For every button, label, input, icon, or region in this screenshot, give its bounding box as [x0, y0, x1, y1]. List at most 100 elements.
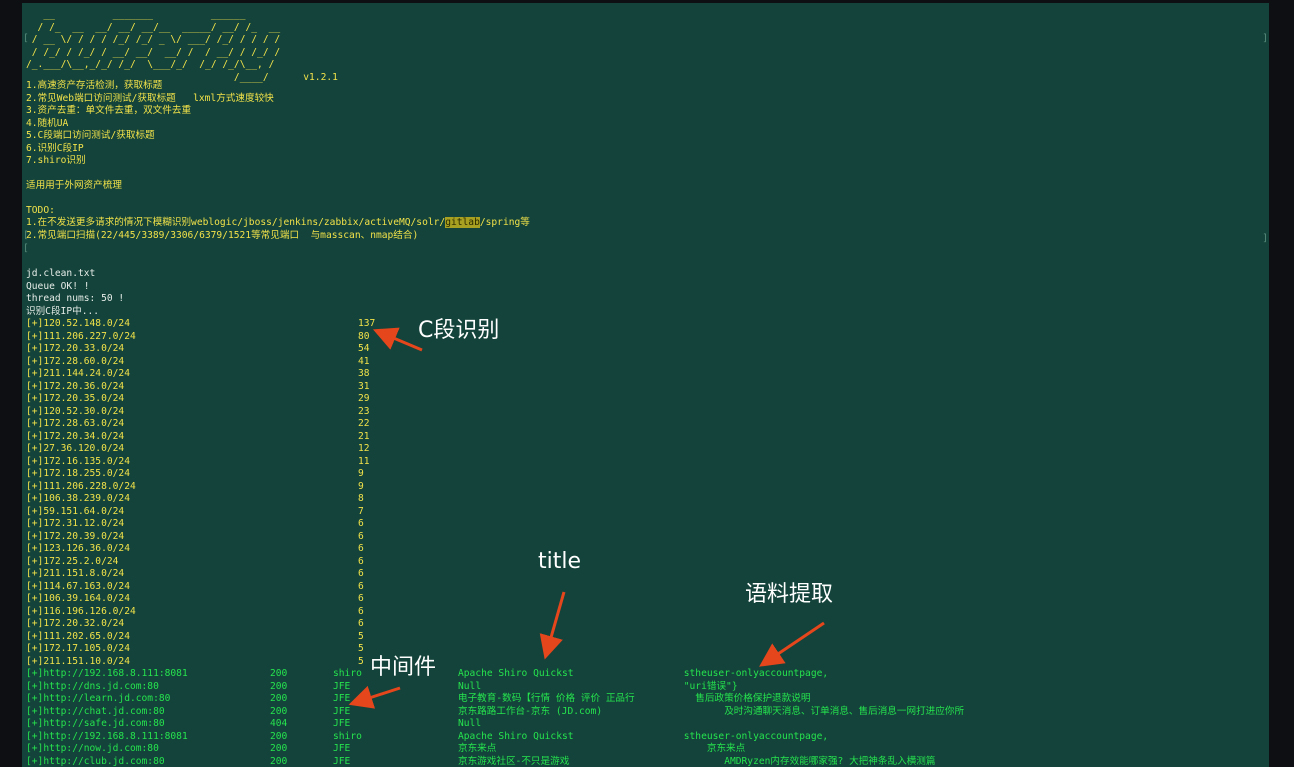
highlighted-word: gitlab: [445, 217, 480, 228]
c-segment-count: 6: [358, 530, 364, 542]
c-segment-row: [+]211.151.8.0/24 6: [26, 568, 1226, 581]
c-segment-row: [+]172.20.36.0/24 31: [26, 381, 1226, 394]
c-segment-row: [+]172.28.60.0/24 41: [26, 356, 1226, 369]
menu-item: 6.识别C段IP: [26, 142, 84, 154]
c-segment-cidr: [+]123.126.36.0/24: [26, 543, 130, 554]
todo-item: 2.常见端口扫描(22/445/3389/3306/6379/1521等常见端口…: [26, 230, 419, 241]
c-segment-cidr: [+]59.151.64.0/24: [26, 505, 125, 517]
http-result-row: [+]http://safe.jd.com:80 404 JFE Null: [26, 718, 1226, 731]
result-status-code: 200: [270, 755, 288, 767]
c-segment-cidr: [+]211.151.10.0/24: [26, 655, 130, 667]
c-segment-cidr: [+]120.52.30.0/24: [26, 405, 125, 417]
result-url: [+]http://learn.jd.com:80: [26, 693, 171, 704]
c-segment-row: [+]172.20.39.0/24 6: [26, 531, 1226, 544]
c-segment-cidr: [+]116.196.126.0/24: [26, 605, 136, 617]
c-segment-count: 11: [358, 455, 370, 467]
scroll-marker: ]: [1262, 33, 1268, 44]
menu-item: 4.随机UA: [26, 117, 69, 129]
result-middleware: JFE: [333, 680, 351, 692]
result-url: [+]http://now.jd.com:80: [26, 743, 159, 754]
c-segment-count: 6: [358, 580, 364, 592]
http-result-row: [+]http://chat.jd.com:80 200 JFE 京东路路工作台-京东…: [26, 706, 1226, 719]
c-segment-cidr: [+]172.28.60.0/24: [26, 355, 125, 367]
http-result-row: [+]http://192.168.8.111:8081 200 shiro Apac…: [26, 668, 1226, 681]
c-segment-count: 80: [358, 330, 370, 342]
c-segment-row: [+]172.31.12.0/24 6: [26, 518, 1226, 531]
result-middleware: JFE: [333, 718, 351, 729]
c-segment-count: 12: [358, 443, 370, 454]
c-segment-cidr: [+]111.206.228.0/24: [26, 480, 136, 492]
c-segment-cidr: [+]27.36.120.0/24: [26, 443, 125, 454]
c-segment-count: 5: [358, 643, 364, 654]
c-segment-row: [+]27.36.120.0/24 12: [26, 443, 1226, 456]
result-title: Apache Shiro Quickst: [458, 668, 574, 679]
todo-text: /spring等: [479, 217, 530, 228]
terminal-window[interactable]: __ _______ ______ / /_ __ __/ __/ __/__ …: [22, 3, 1269, 767]
c-segment-count: 41: [358, 355, 370, 367]
banner-line: __ _______ ______: [26, 9, 246, 20]
c-segment-row: [+]111.202.65.0/24 5: [26, 631, 1226, 644]
c-segment-cidr: [+]211.144.24.0/24: [26, 368, 130, 379]
c-segment-cidr: [+]211.151.8.0/24: [26, 568, 125, 579]
c-segment-row: [+]172.17.105.0/24 5: [26, 643, 1226, 656]
c-segment-row: [+]111.206.227.0/24 80: [26, 331, 1226, 344]
annotation-c-segment: C段识别: [418, 318, 500, 343]
c-segment-count: 31: [358, 380, 370, 392]
c-segment-cidr: [+]172.16.135.0/24: [26, 455, 130, 467]
result-title: 京东来点: [458, 743, 497, 754]
c-segment-row: [+]120.52.30.0/24 23: [26, 406, 1226, 419]
result-url: [+]http://dns.jd.com:80: [26, 680, 159, 692]
c-segment-row: [+]172.18.255.0/24 9: [26, 468, 1226, 481]
result-corpus: stheuser-onlyaccountpage,: [626, 668, 829, 679]
result-corpus: "uri错误"}: [626, 680, 738, 692]
c-segment-count: 8: [358, 493, 364, 504]
c-segment-count: 9: [358, 480, 364, 492]
result-title: 京东路路工作台-京东 (JD.com): [458, 705, 603, 717]
todo-label: TODO:: [26, 205, 55, 216]
scroll-marker: [: [23, 243, 29, 254]
c-segment-cidr: [+]172.17.105.0/24: [26, 643, 130, 654]
c-segment-count: 54: [358, 343, 370, 354]
result-middleware: JFE: [333, 705, 351, 717]
result-middleware: shiro: [333, 668, 362, 679]
result-status-code: 200: [270, 668, 288, 679]
result-status-code: 404: [270, 718, 288, 729]
c-segment-count: 6: [358, 618, 364, 629]
result-title: Null: [458, 680, 482, 692]
status-line: jd.clean.txt: [26, 268, 96, 279]
scroll-marker: [: [23, 230, 29, 241]
c-segment-count: 6: [358, 568, 364, 579]
c-segment-row: [+]120.52.148.0/24 137: [26, 318, 1226, 331]
c-segment-row: [+]172.20.35.0/24 29: [26, 393, 1226, 406]
result-corpus: AMDRyzen内存效能哪家强? 大把神条乱入横测篇: [626, 755, 936, 767]
banner-line: / /_ __ __/ __/ __/__ _____/ __/ /_ __: [26, 21, 281, 33]
menu-item: 2.常见Web端口访问测试/获取标题 lxml方式速度较快: [26, 92, 274, 104]
result-status-code: 200: [270, 730, 288, 742]
result-corpus: stheuser-onlyaccountpage,: [626, 730, 829, 742]
c-segment-count: 5: [358, 630, 364, 642]
result-status-code: 200: [270, 693, 288, 704]
c-segment-count: 21: [358, 430, 370, 442]
status-line: thread nums: 50 !: [26, 293, 125, 304]
result-url: [+]http://safe.jd.com:80: [26, 718, 165, 729]
result-title: 京东游戏社区-不只是游戏: [458, 755, 570, 767]
c-segment-count: 29: [358, 393, 370, 404]
c-segment-row: [+]172.25.2.0/24 6: [26, 556, 1226, 569]
menu-item: 1.高速资产存活检测，获取标题: [26, 80, 163, 91]
result-middleware: JFE: [333, 693, 351, 704]
c-segment-cidr: [+]172.31.12.0/24: [26, 518, 125, 529]
c-segment-cidr: [+]172.28.63.0/24: [26, 418, 125, 429]
c-segment-cidr: [+]172.18.255.0/24: [26, 468, 130, 479]
todo-item: 1.在不发送更多请求的情况下模糊识别weblogic/jboss/jenkins…: [26, 217, 530, 230]
c-segment-row: [+]172.20.32.0/24 6: [26, 618, 1226, 631]
result-corpus: 售后政策价格保护退款说明: [626, 693, 811, 704]
c-segment-cidr: [+]172.20.34.0/24: [26, 430, 125, 442]
c-segment-cidr: [+]172.20.33.0/24: [26, 343, 125, 354]
c-segment-row: [+]172.16.135.0/24 11: [26, 456, 1226, 469]
c-segment-count: 38: [358, 368, 370, 379]
c-segment-cidr: [+]106.39.164.0/24: [26, 593, 130, 604]
http-result-row: [+]http://now.jd.com:80 200 JFE 京东来点 京东来点: [26, 743, 1226, 756]
todo-text: 1.在不发送更多请求的情况下模糊识别weblogic/jboss/jenkins…: [26, 217, 446, 228]
c-segment-count: 6: [358, 518, 364, 529]
c-segment-count: 137: [358, 318, 376, 329]
